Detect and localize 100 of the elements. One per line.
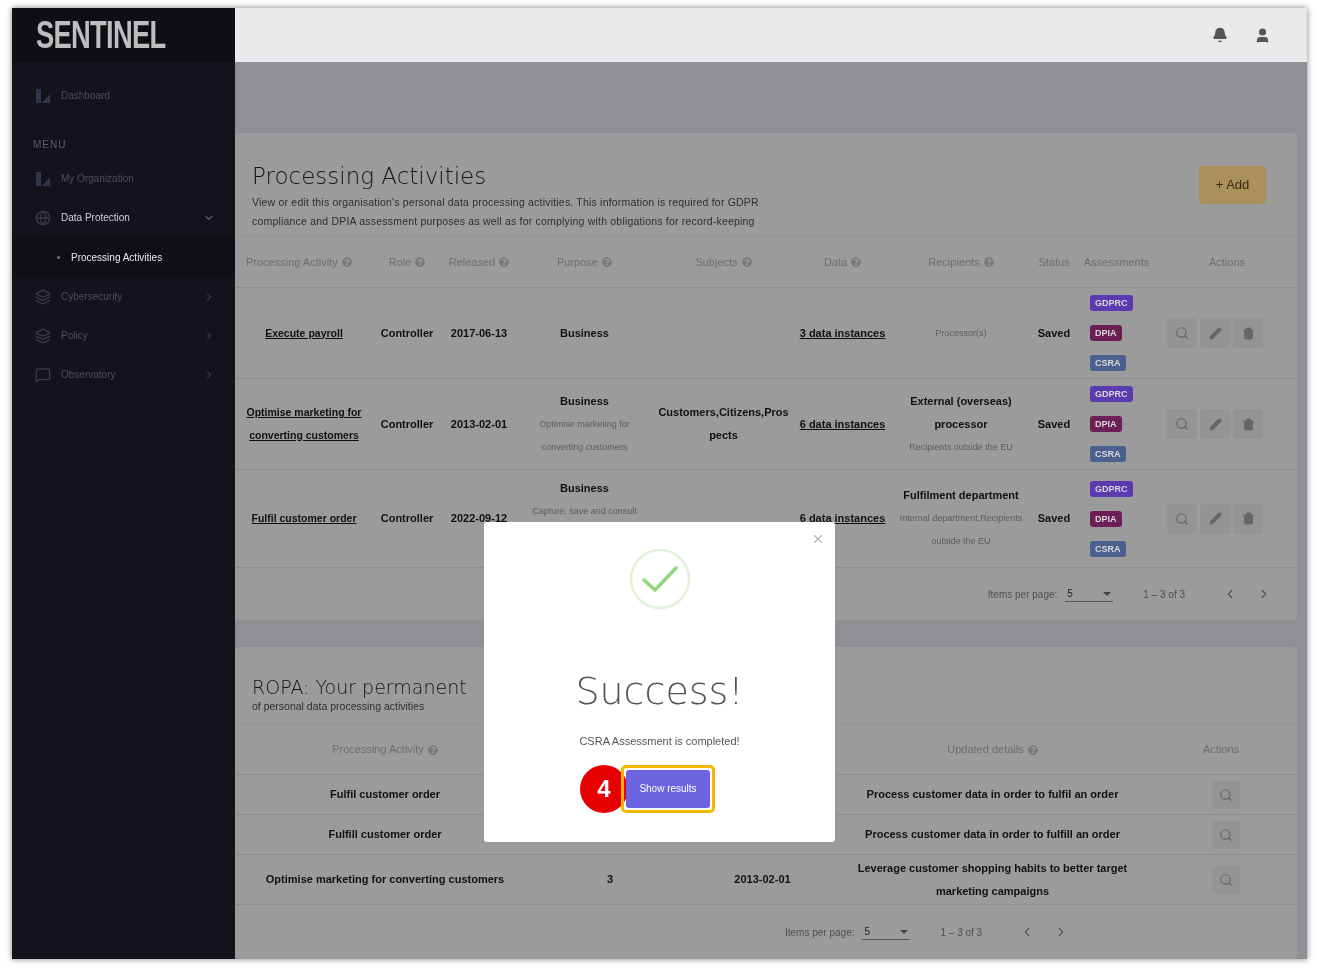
dialog-message: CSRA Assessment is completed!: [579, 734, 740, 749]
activity-link[interactable]: Fulfil customer order: [251, 507, 357, 530]
dropdown-caret-icon: [900, 929, 909, 934]
check-icon: [628, 548, 691, 610]
delete-button[interactable]: [1233, 503, 1263, 534]
data-instances-link[interactable]: 6 data instances: [799, 415, 886, 433]
trash-icon: [1241, 512, 1255, 525]
table-cell-text: Fulfill customer order: [328, 827, 442, 843]
logo: SENTINEL: [36, 16, 166, 54]
view-button[interactable]: [1167, 503, 1197, 534]
search-icon: [1175, 326, 1189, 340]
data-instances-link[interactable]: 3 data instances: [799, 324, 886, 342]
assessment-tag[interactable]: CSRA: [1090, 540, 1126, 557]
table-cell-text: Controller: [380, 511, 434, 527]
table-cell-text: Process customer data in order to fulfil an order: [865, 787, 1120, 802]
help-icon: [499, 257, 510, 267]
search-icon: [1175, 511, 1189, 526]
help-icon: [341, 257, 352, 267]
page-size-select[interactable]: 5: [862, 924, 911, 940]
page-description: View or edit this organisation's personal data processing activities. This information is required for GDPR compliance and DPIA assessment purposes as well as for complying with obligations for record-keeping: [252, 195, 760, 229]
search-icon: [1219, 787, 1233, 802]
recipients-title: External (overseas) processor: [909, 393, 1013, 432]
assessment-tag[interactable]: CSRA: [1090, 446, 1126, 462]
view-button[interactable]: [1167, 318, 1197, 348]
table-cell-text: 2022-09-12: [450, 511, 508, 527]
purpose-title: Business: [560, 393, 609, 409]
dialog-title: Success!: [575, 669, 744, 713]
pencil-icon: [1208, 326, 1222, 340]
help-icon: [1027, 744, 1038, 755]
section-subtitle: of personal data processing activities: [252, 699, 425, 715]
help-icon: [851, 257, 862, 267]
assessment-tag[interactable]: CSRA: [1090, 355, 1126, 371]
recipients-note: Processor(s): [934, 326, 988, 340]
items-per-page-label: Items per page:: [987, 587, 1058, 602]
chart-icon: [35, 170, 51, 187]
globe-icon: [35, 209, 51, 226]
trash-icon: [1241, 417, 1255, 431]
edit-button[interactable]: [1200, 503, 1230, 534]
table-cell-text: Fulfil customer order: [330, 787, 440, 803]
assessment-tag[interactable]: DPIA: [1090, 510, 1122, 527]
search-icon: [1219, 872, 1233, 887]
menu-heading: MENU: [32, 137, 68, 152]
page-range: 1 – 3 of 3: [1143, 587, 1185, 602]
help-icon: [427, 744, 438, 755]
edit-button[interactable]: [1200, 409, 1230, 439]
table-cell-text: Customers,Citizens,Prospects: [657, 405, 790, 443]
table-cell-text: 3: [606, 872, 614, 888]
show-results-button[interactable]: Show results: [626, 769, 710, 808]
assessment-tag[interactable]: DPIA: [1090, 416, 1122, 432]
activity-link[interactable]: Execute payroll: [265, 321, 343, 345]
trash-icon: [1241, 326, 1255, 340]
view-button[interactable]: [1212, 865, 1240, 894]
activity-link[interactable]: Optimise marketing for converting customers: [235, 401, 373, 447]
purpose-title: Business: [560, 481, 609, 496]
status-text: Saved: [1037, 416, 1071, 432]
table-cell-text: 2017-06-13: [450, 325, 508, 341]
help-icon: [983, 257, 994, 267]
chat-icon: [35, 366, 51, 383]
table-cell-text: 2013-02-01: [450, 416, 508, 432]
table-cell-text: Controller: [380, 325, 434, 341]
sidebar-subitem[interactable]: Processing Activities: [12, 237, 235, 277]
items-per-page-label: Items per page:: [785, 925, 855, 940]
section-title: ROPA: Your permanent: [252, 675, 467, 700]
user-icon[interactable]: [1254, 26, 1271, 44]
purpose-note: Capture, save and consult: [531, 505, 638, 518]
purpose-title: Business: [560, 325, 609, 341]
page-title: Processing Activities: [252, 163, 488, 189]
delete-button[interactable]: [1233, 318, 1263, 348]
data-instances-link[interactable]: 6 data instances: [799, 510, 886, 527]
chart-icon: [35, 87, 51, 104]
table-cell-text: Controller: [380, 416, 434, 432]
view-button[interactable]: [1167, 409, 1197, 439]
pencil-icon: [1208, 417, 1222, 431]
sidebar-item[interactable]: Data Protection: [12, 198, 235, 237]
assessment-tag[interactable]: GDPRC: [1090, 386, 1133, 402]
edit-button[interactable]: [1200, 318, 1230, 348]
bell-icon[interactable]: [1212, 27, 1228, 43]
step-badge: 4: [580, 764, 628, 813]
table-cell-text: 2013-02-01: [734, 872, 791, 888]
layers-icon: [35, 288, 51, 305]
assessment-tag[interactable]: DPIA: [1090, 325, 1122, 341]
table-cell-text: Leverage customer shopping habits to better target marketing campaigns: [857, 860, 1128, 899]
status-text: Saved: [1037, 325, 1071, 341]
recipients-title: Fulfilment department: [902, 488, 1020, 503]
add-button[interactable]: + Add: [1199, 166, 1266, 204]
view-button[interactable]: [1212, 820, 1240, 849]
assessment-tag[interactable]: GDPRC: [1090, 295, 1133, 311]
pencil-icon: [1208, 512, 1222, 525]
page-range: 1 – 3 of 3: [940, 925, 983, 940]
table-cell-text: Process customer data in order to fulfill an order: [864, 827, 1121, 842]
assessment-tag[interactable]: GDPRC: [1090, 480, 1133, 497]
close-icon[interactable]: [811, 532, 825, 546]
page-size-select[interactable]: 5: [1065, 586, 1114, 602]
help-icon: [415, 257, 426, 267]
status-text: Saved: [1037, 511, 1071, 527]
search-icon: [1219, 827, 1233, 842]
delete-button[interactable]: [1233, 409, 1263, 439]
help-icon: [741, 257, 752, 267]
view-button[interactable]: [1212, 780, 1240, 809]
layers-icon: [35, 327, 51, 344]
